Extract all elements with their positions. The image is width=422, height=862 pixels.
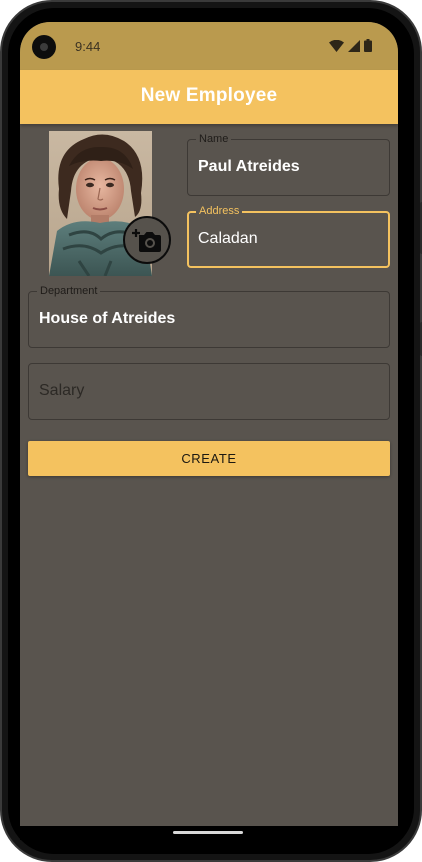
create-button[interactable]: CREATE: [28, 441, 390, 476]
status-bar: 9:44: [20, 22, 398, 70]
address-field[interactable]: Address Caladan: [187, 205, 390, 268]
address-field-value: Caladan: [198, 230, 258, 247]
battery-icon: [364, 39, 372, 52]
wifi-icon: [329, 39, 344, 52]
department-field[interactable]: Department House of Atreides: [28, 285, 390, 348]
salary-field[interactable]: Salary: [28, 363, 390, 420]
status-time: 9:44: [75, 39, 101, 54]
home-indicator[interactable]: [173, 831, 243, 834]
department-field-label: Department: [37, 285, 101, 297]
address-field-label: Address: [196, 205, 243, 217]
navigation-bar: [20, 826, 398, 840]
page-title: New Employee: [140, 85, 278, 106]
department-field-value: House of Atreides: [39, 310, 176, 327]
signal-icon: [348, 39, 360, 52]
name-field-value: Paul Atreides: [198, 158, 300, 175]
add-photo-button[interactable]: [123, 216, 171, 264]
app-bar: New Employee: [20, 70, 398, 124]
salary-field-placeholder: Salary: [39, 382, 85, 399]
name-field-label: Name: [196, 133, 232, 145]
add-photo-icon: [132, 229, 161, 252]
name-field[interactable]: Name Paul Atreides: [187, 133, 390, 196]
status-icons: [329, 39, 372, 52]
app-screen: 9:44 New Employee Name Paul Atreides Add…: [20, 22, 398, 826]
front-camera: [32, 35, 56, 59]
